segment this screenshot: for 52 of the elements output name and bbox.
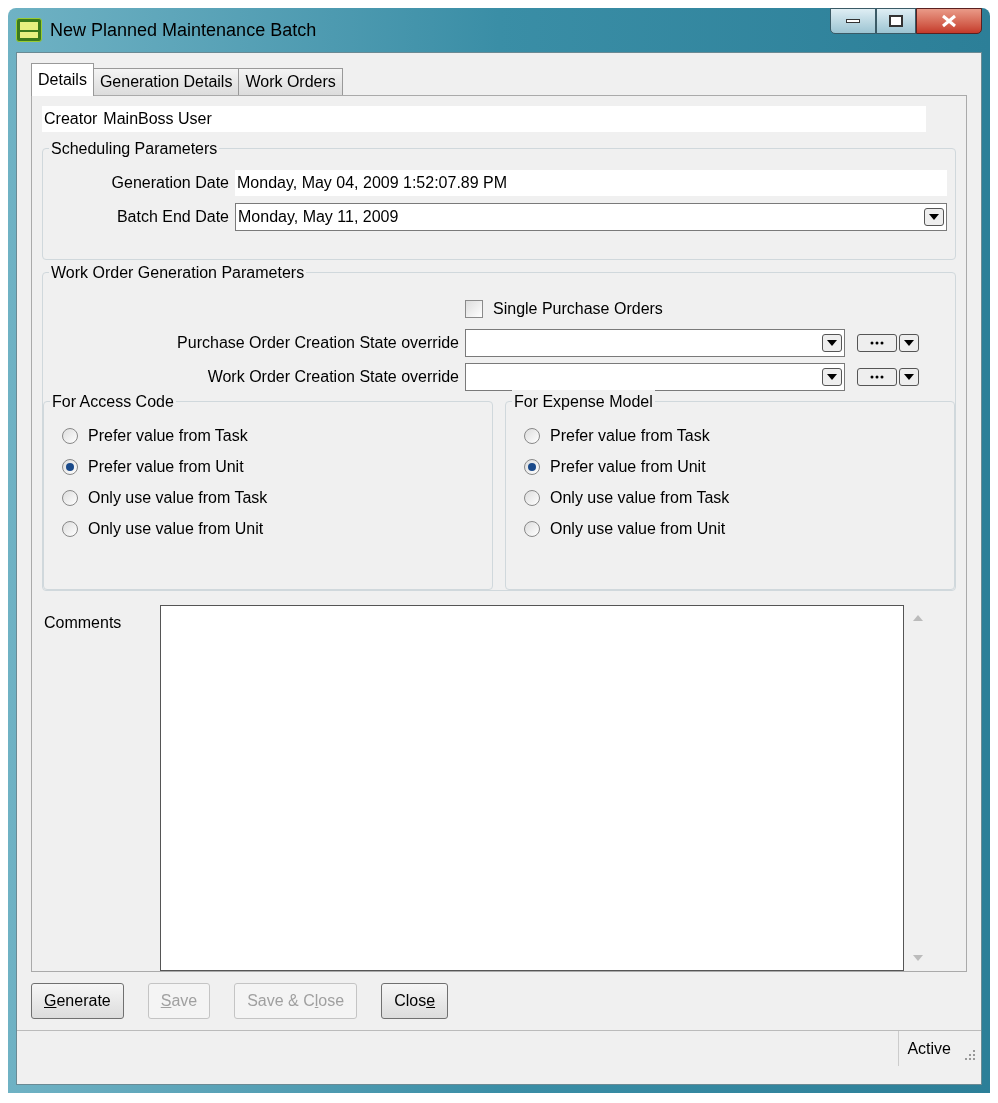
window-title: New Planned Maintenance Batch (50, 18, 317, 42)
creator-label: Creator (44, 109, 98, 129)
maximize-button[interactable] (876, 8, 916, 34)
creator-value: MainBoss User (103, 109, 212, 129)
ellipsis-icon (869, 374, 885, 379)
radio-label: Only use value from Task (550, 488, 730, 509)
radio-label: Prefer value from Task (550, 426, 710, 447)
app-icon (16, 18, 42, 42)
dropdown-icon[interactable] (924, 207, 944, 226)
ellipsis-button[interactable] (857, 367, 897, 386)
status-text: Active (898, 1031, 959, 1066)
radio-button[interactable] (524, 428, 540, 445)
dropdown-field[interactable] (465, 362, 845, 391)
radio-button[interactable] (62, 521, 78, 538)
dropdown-icon[interactable] (899, 333, 919, 352)
dropdown-icon[interactable] (822, 367, 842, 386)
batch-end-date-field[interactable]: Monday, May 11, 2009 (235, 202, 947, 231)
radio-label: Only use value from Task (88, 488, 268, 509)
resize-grip-icon[interactable] (963, 1048, 977, 1062)
dropdown-field[interactable] (465, 328, 845, 357)
close-button[interactable] (916, 8, 982, 34)
radio-button[interactable] (524, 521, 540, 538)
comments-field[interactable] (160, 605, 904, 971)
tab[interactable]: Generation Details (92, 68, 240, 96)
ellipsis-button[interactable] (857, 333, 897, 352)
field-label: Batch End Date (115, 206, 230, 227)
checkbox[interactable] (465, 299, 483, 318)
tab[interactable]: Details (31, 63, 94, 96)
radio-label: Only use value from Unit (88, 519, 264, 540)
close-icon (941, 14, 957, 28)
generation-date-value: Monday, May 04, 2009 1:52:07.89 PM (235, 169, 947, 196)
field-label: Work Order Creation State override (206, 366, 460, 387)
radio-button[interactable] (62, 459, 78, 476)
dialog-button[interactable]: Generate (31, 983, 124, 1019)
radio-label: Prefer value from Unit (88, 457, 244, 478)
radio-button[interactable] (524, 490, 540, 507)
dropdown-icon[interactable] (899, 367, 919, 386)
comments-label: Comments (43, 613, 123, 634)
minimize-button[interactable] (830, 8, 876, 34)
radio-label: Prefer value from Task (88, 426, 248, 447)
radio-label: Only use value from Unit (550, 519, 726, 540)
radio-button[interactable] (524, 459, 540, 476)
radio-label: Prefer value from Unit (550, 457, 706, 478)
ellipsis-icon (869, 340, 885, 345)
field-label: Generation Date (110, 172, 230, 193)
field-label: Purchase Order Creation State override (176, 332, 460, 353)
dialog-button[interactable]: Close (381, 983, 449, 1019)
radio-button[interactable] (62, 428, 78, 445)
dropdown-icon[interactable] (822, 333, 842, 352)
checkbox-label: Single Purchase Orders (493, 298, 663, 319)
radio-button[interactable] (62, 490, 78, 507)
tab[interactable]: Work Orders (238, 68, 343, 96)
